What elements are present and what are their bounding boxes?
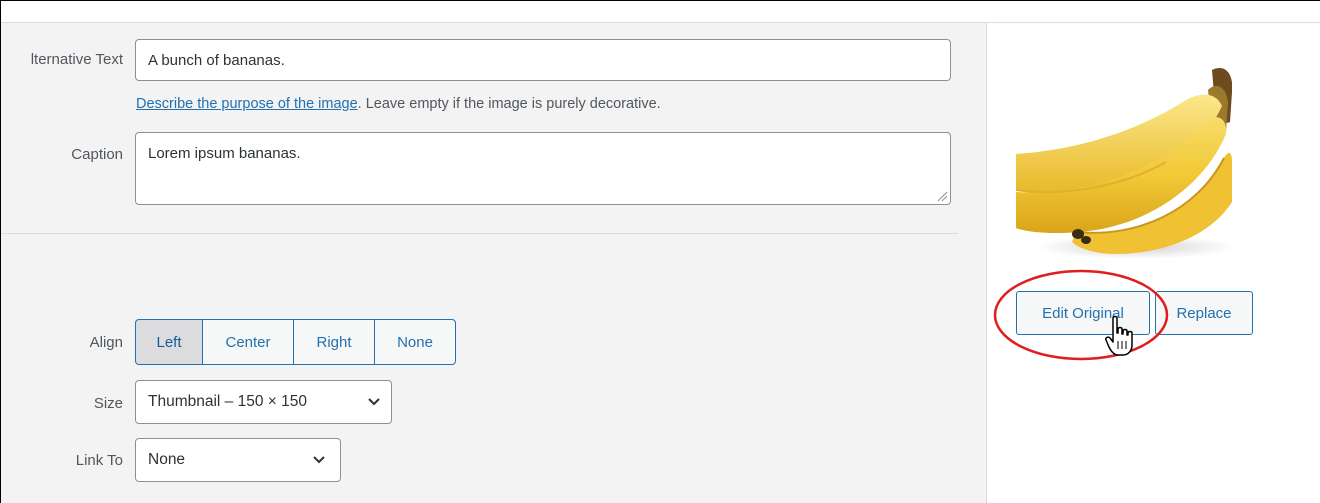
banana-image xyxy=(1016,68,1232,259)
section-divider xyxy=(1,233,958,234)
size-select-value: Thumbnail – 150 × 150 xyxy=(148,393,307,410)
chevron-down-icon xyxy=(313,456,325,464)
alt-help-text: . Leave empty if the image is purely dec… xyxy=(357,96,661,112)
alt-text-input[interactable] xyxy=(135,39,951,81)
resize-handle-icon[interactable] xyxy=(937,191,948,202)
align-none-button[interactable]: None xyxy=(374,319,456,365)
align-button-group: Left Center Right None xyxy=(135,319,456,365)
link-to-select[interactable]: None xyxy=(135,438,341,482)
describe-purpose-link[interactable]: Describe the purpose of the image xyxy=(136,96,358,112)
chevron-down-icon xyxy=(368,398,380,406)
replace-button[interactable]: Replace xyxy=(1155,291,1253,335)
align-label: Align xyxy=(89,334,123,351)
top-divider xyxy=(1,22,1320,23)
alt-text-label: lternative Text xyxy=(30,51,123,68)
align-left-button[interactable]: Left xyxy=(135,319,203,365)
size-select[interactable]: Thumbnail – 150 × 150 xyxy=(135,380,392,424)
hand-pointer-icon xyxy=(1105,315,1133,356)
caption-label: Caption xyxy=(71,146,123,163)
caption-textarea[interactable]: Lorem ipsum bananas. xyxy=(135,132,951,205)
alt-text-help: Describe the purpose of the image. Leave… xyxy=(136,96,661,112)
link-to-select-value: None xyxy=(148,451,186,468)
image-thumbnail xyxy=(1016,62,1232,262)
size-label: Size xyxy=(93,395,123,412)
align-center-button[interactable]: Center xyxy=(202,319,294,365)
top-strip xyxy=(1,1,1320,22)
attachment-settings-panel xyxy=(1,22,986,503)
link-to-label: Link To xyxy=(75,452,123,469)
align-right-button[interactable]: Right xyxy=(293,319,375,365)
